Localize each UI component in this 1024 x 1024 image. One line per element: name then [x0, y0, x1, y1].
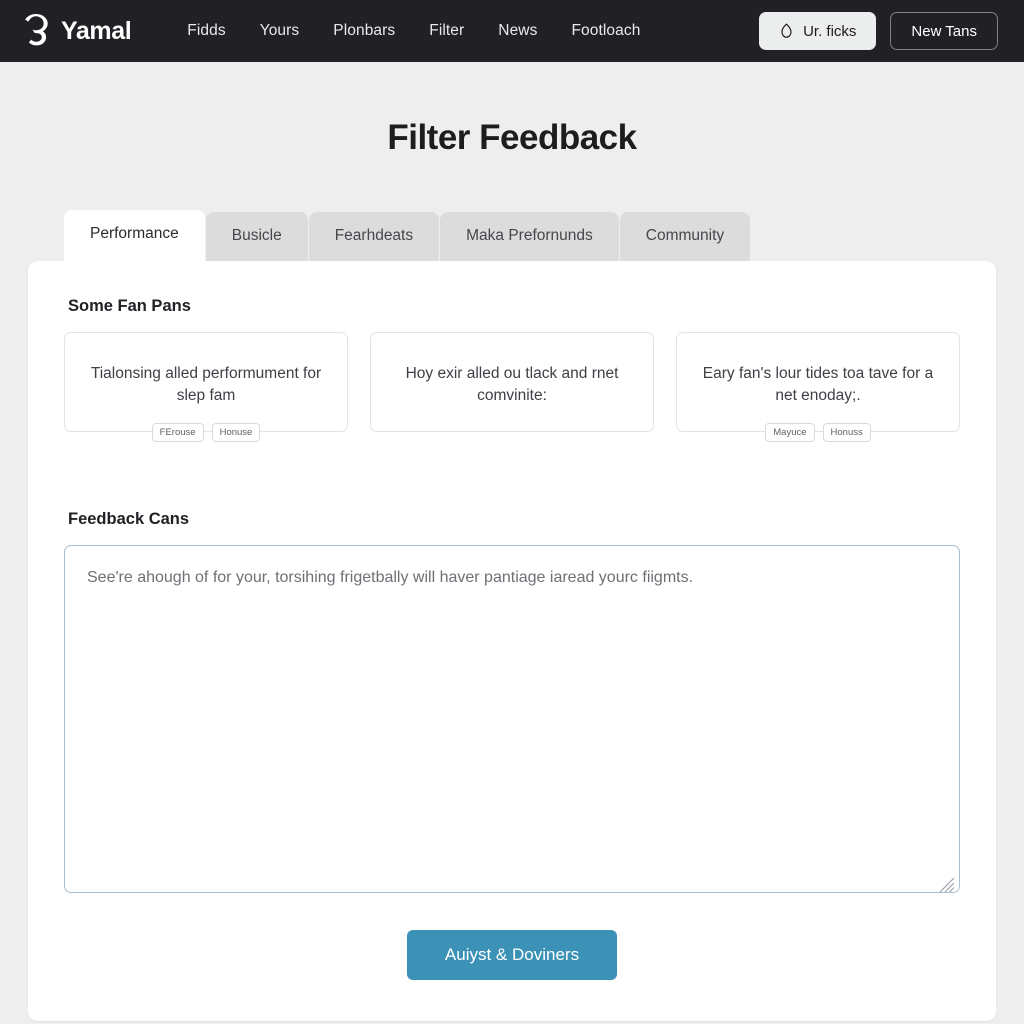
- suggestions-heading: Some Fan Pans: [68, 297, 191, 315]
- feedback-heading: Feedback Cans: [68, 510, 190, 528]
- ur-ficks-button[interactable]: Ur. ficks: [759, 12, 877, 50]
- tab-busicle[interactable]: Busicle: [205, 212, 308, 261]
- tab-performance[interactable]: Performance: [64, 210, 205, 261]
- nav-item-news[interactable]: News: [498, 22, 537, 40]
- ur-ficks-label: Ur. ficks: [803, 22, 857, 40]
- feedback-input-wrapper: [64, 545, 960, 898]
- suggestion-card-text: Tialonsing alled performument for slep f…: [90, 364, 322, 404]
- analyze-submit-button[interactable]: Auiyst & Doviners: [406, 930, 618, 980]
- suggestion-card[interactable]: Hoy exir alled ou tlack and rnet comvini…: [370, 332, 654, 432]
- suggestion-card-list: Tialonsing alled performument for slep f…: [64, 332, 960, 442]
- nav-item-fidds[interactable]: Fidds: [187, 22, 225, 40]
- suggestion-tag[interactable]: Honuss: [822, 423, 871, 442]
- page-title: Filter Feedback: [387, 118, 637, 157]
- tab-fearhdeats[interactable]: Fearhdeats: [308, 212, 440, 261]
- feedback-textarea[interactable]: [64, 545, 960, 893]
- brand-logo[interactable]: Yamal: [22, 14, 132, 48]
- main-navigation: Fidds Yours Plonbars Filter News Footloa…: [187, 22, 640, 40]
- brand-name: Yamal: [61, 16, 132, 45]
- suggestion-card-tags: FErouse Honuse: [65, 423, 347, 442]
- flame-icon: [781, 22, 792, 38]
- suggestion-card-text: Eary fan's lour tides toa tave for a net…: [702, 364, 934, 404]
- suggestion-tag[interactable]: Honuse: [211, 423, 261, 442]
- tab-bar: Performance Busicle Fearhdeats Maka Pref…: [0, 210, 1024, 261]
- suggestion-tag[interactable]: Mayuce: [765, 423, 815, 442]
- tab-community[interactable]: Community: [619, 212, 751, 261]
- submit-row: Auiyst & Doviners: [64, 930, 960, 980]
- nav-item-footloach[interactable]: Footloach: [571, 22, 640, 40]
- feedback-section: Feedback Cans Auiyst & Doviners: [64, 510, 960, 980]
- nav-item-filter[interactable]: Filter: [429, 22, 464, 40]
- nav-item-yours[interactable]: Yours: [260, 22, 300, 40]
- tab-maka-prefornunds[interactable]: Maka Prefornunds: [440, 212, 619, 261]
- suggestion-card[interactable]: Eary fan's lour tides toa tave for a net…: [676, 332, 960, 442]
- new-tans-button[interactable]: New Tans: [890, 12, 998, 50]
- suggestion-card[interactable]: Tialonsing alled performument for slep f…: [64, 332, 348, 442]
- suggestion-card-text: Hoy exir alled ou tlack and rnet comvini…: [405, 364, 619, 404]
- site-header: Yamal Fidds Yours Plonbars Filter News F…: [0, 0, 1024, 62]
- header-actions: Ur. ficks New Tans: [759, 12, 998, 50]
- content-panel: Some Fan Pans Tialonsing alled performum…: [28, 261, 996, 1021]
- suggestion-tag[interactable]: FErouse: [151, 423, 204, 442]
- suggestion-card-tags: Mayuce Honuss: [677, 423, 959, 442]
- nav-item-plonbars[interactable]: Plonbars: [333, 22, 395, 40]
- spiral-logo-icon: [25, 14, 48, 46]
